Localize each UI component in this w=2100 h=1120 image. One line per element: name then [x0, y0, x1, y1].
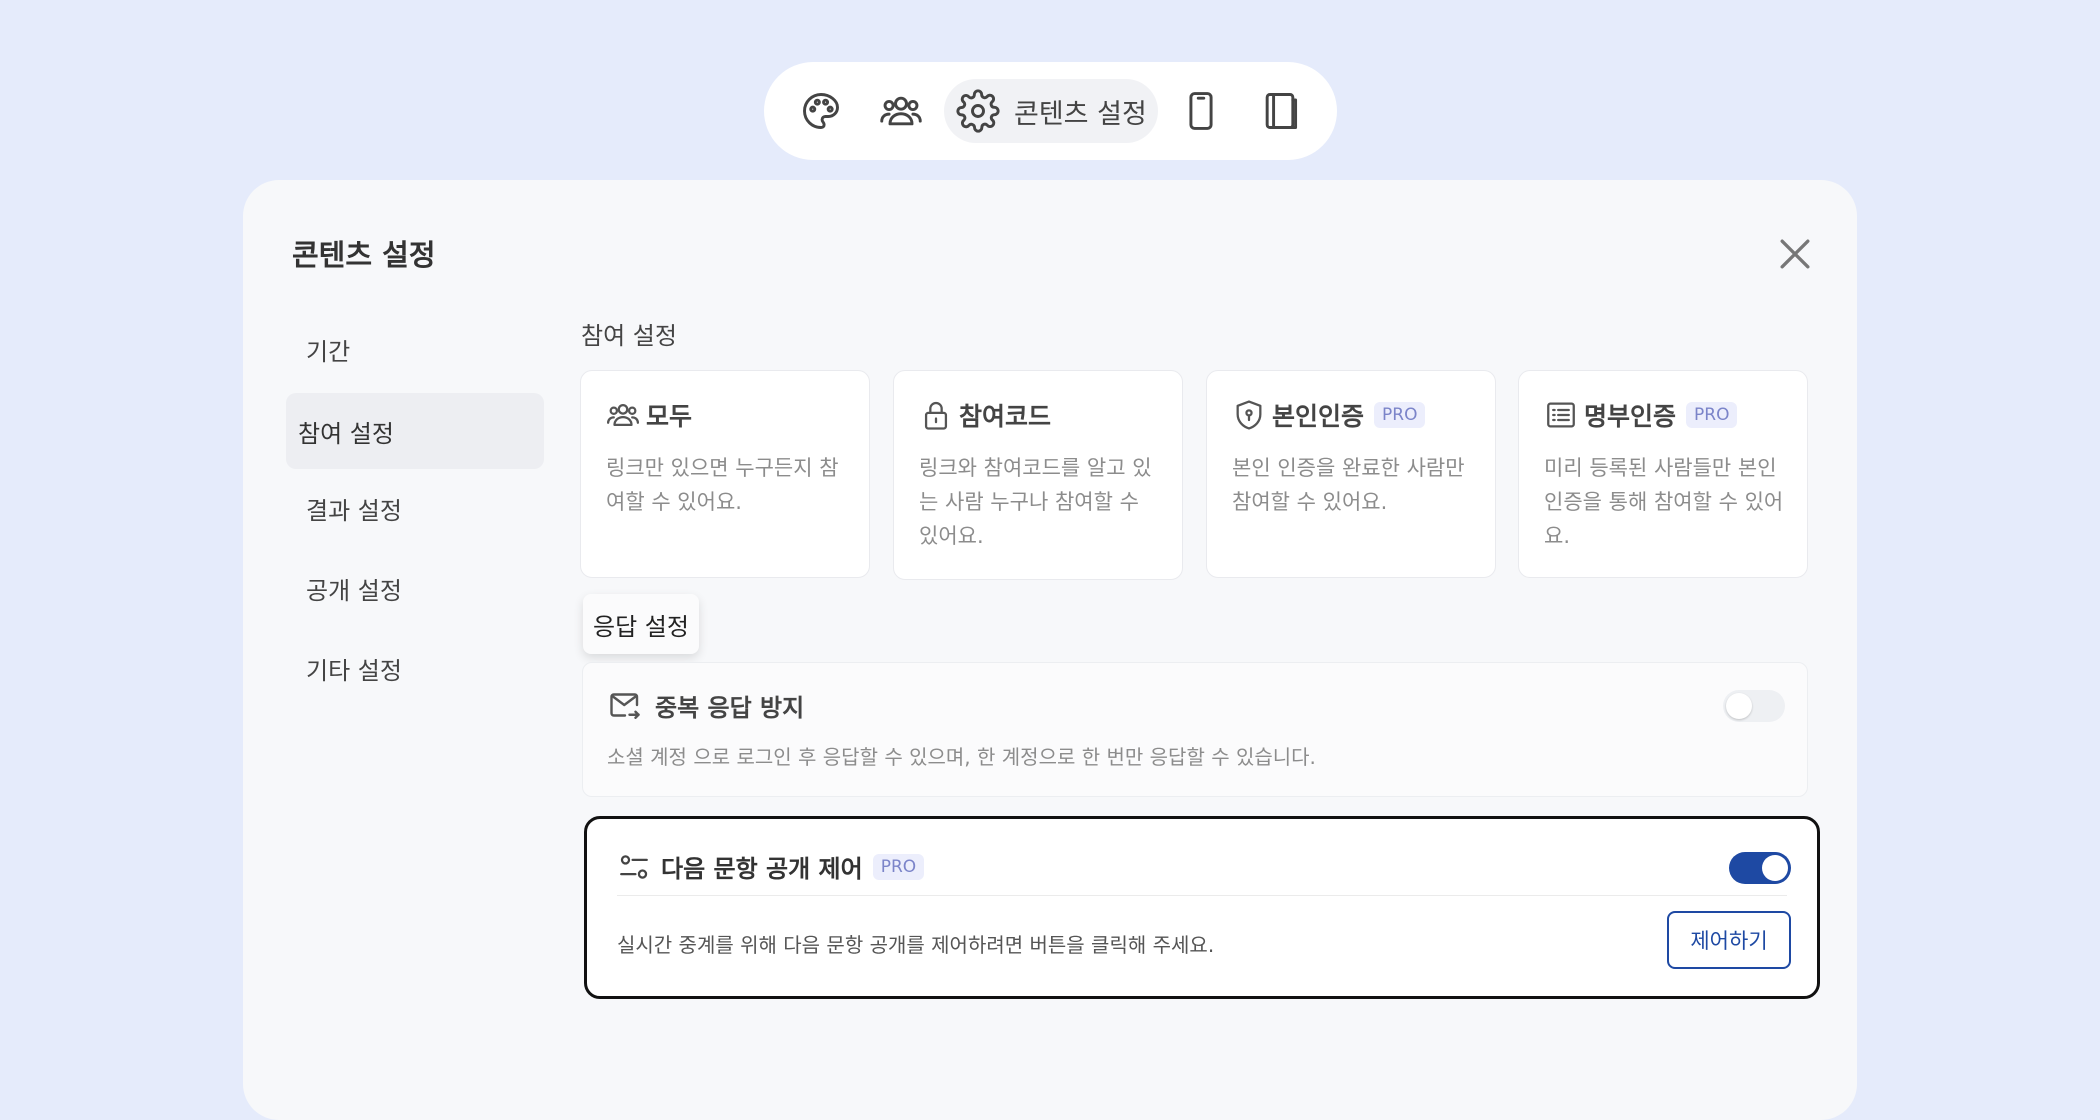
duplicate-response-toggle[interactable]	[1723, 690, 1785, 722]
participation-option-identity[interactable]: 본인인증 PRO 본인 인증을 완료한 사람만 참여할 수 있어요.	[1206, 370, 1496, 578]
users-icon	[606, 403, 640, 427]
next-question-toggle[interactable]	[1729, 852, 1791, 884]
control-button[interactable]: 제어하기	[1667, 911, 1791, 969]
nav-item-label: 기간	[306, 337, 351, 366]
nav-item-results[interactable]: 결과 설정	[286, 470, 544, 546]
participation-option-all[interactable]: 모두 링크만 있으면 누구든지 참여할 수 있어요.	[580, 370, 870, 578]
pro-badge: PRO	[872, 853, 925, 880]
card-description: 본인 인증을 완료한 사람만 참여할 수 있어요.	[1232, 456, 1465, 514]
close-icon[interactable]	[1773, 232, 1817, 276]
card-description: 미리 등록된 사람들만 본인 인증을 통해 참여할 수 있어요.	[1544, 456, 1784, 548]
nav-item-visibility[interactable]: 공개 설정	[286, 550, 544, 626]
duplicate-response-panel: 중복 응답 방지 소셜 계정 으로 로그인 후 응답할 수 있으며, 한 계정으…	[582, 662, 1808, 797]
divider	[617, 895, 1787, 896]
card-description: 링크와 참여코드를 알고 있는 사람 누구나 참여할 수 있어요.	[919, 456, 1152, 548]
nav-item-label: 공개 설정	[306, 576, 402, 605]
toggle-knob	[1726, 693, 1752, 719]
card-title: 본인인증	[1272, 402, 1365, 431]
card-description: 링크만 있으면 누구든지 참여할 수 있어요.	[606, 456, 839, 514]
nav-item-other[interactable]: 기타 설정	[286, 630, 544, 706]
next-question-description: 실시간 중계를 위해 다음 문항 공개를 제어하려면 버튼을 클릭해 주세요.	[617, 933, 1215, 957]
content-settings-label: 콘텐츠 설정	[1014, 98, 1147, 130]
content-settings-tab[interactable]: 콘텐츠 설정	[944, 79, 1158, 143]
gear-icon	[956, 89, 1000, 133]
nav-item-participation[interactable]: 참여 설정	[286, 393, 544, 469]
card-title: 참여코드	[959, 402, 1052, 431]
list-icon	[1547, 402, 1575, 428]
nav-item-period[interactable]: 기간	[286, 311, 544, 387]
next-question-title: 다음 문항 공개 제어	[661, 855, 863, 883]
duplicate-response-title: 중복 응답 방지	[655, 693, 805, 722]
card-title: 모두	[646, 402, 693, 431]
users-icon[interactable]	[871, 80, 931, 142]
mail-icon	[610, 693, 640, 719]
modal-title: 콘텐츠 설정	[292, 238, 436, 272]
nav-item-label: 결과 설정	[306, 496, 402, 525]
pro-badge: PRO	[1686, 402, 1738, 428]
sliders-icon	[620, 854, 648, 879]
participation-section-label: 참여 설정	[581, 322, 677, 350]
nav-item-label: 참여 설정	[298, 419, 394, 448]
nav-item-label: 기타 설정	[306, 656, 402, 685]
toggle-knob	[1762, 855, 1788, 881]
mobile-icon[interactable]	[1179, 80, 1223, 142]
card-title: 명부인증	[1584, 402, 1677, 431]
palette-icon[interactable]	[791, 80, 851, 142]
pro-badge: PRO	[1374, 402, 1426, 428]
next-question-control-panel: 다음 문항 공개 제어 PRO 실시간 중계를 위해 다음 문항 공개를 제어하…	[584, 816, 1820, 999]
participation-option-roster[interactable]: 명부인증 PRO 미리 등록된 사람들만 본인 인증을 통해 참여할 수 있어요…	[1518, 370, 1808, 578]
participation-option-code[interactable]: 참여코드 링크와 참여코드를 알고 있는 사람 누구나 참여할 수 있어요.	[893, 370, 1183, 580]
top-toolbar: 콘텐츠 설정	[764, 62, 1337, 160]
lock-icon	[924, 401, 948, 430]
response-section-label: 응답 설정	[583, 594, 699, 654]
shield-icon	[1236, 400, 1262, 430]
book-icon[interactable]	[1258, 80, 1302, 142]
duplicate-response-description: 소셜 계정 으로 로그인 후 응답할 수 있으며, 한 계정으로 한 번만 응답…	[607, 745, 1316, 769]
